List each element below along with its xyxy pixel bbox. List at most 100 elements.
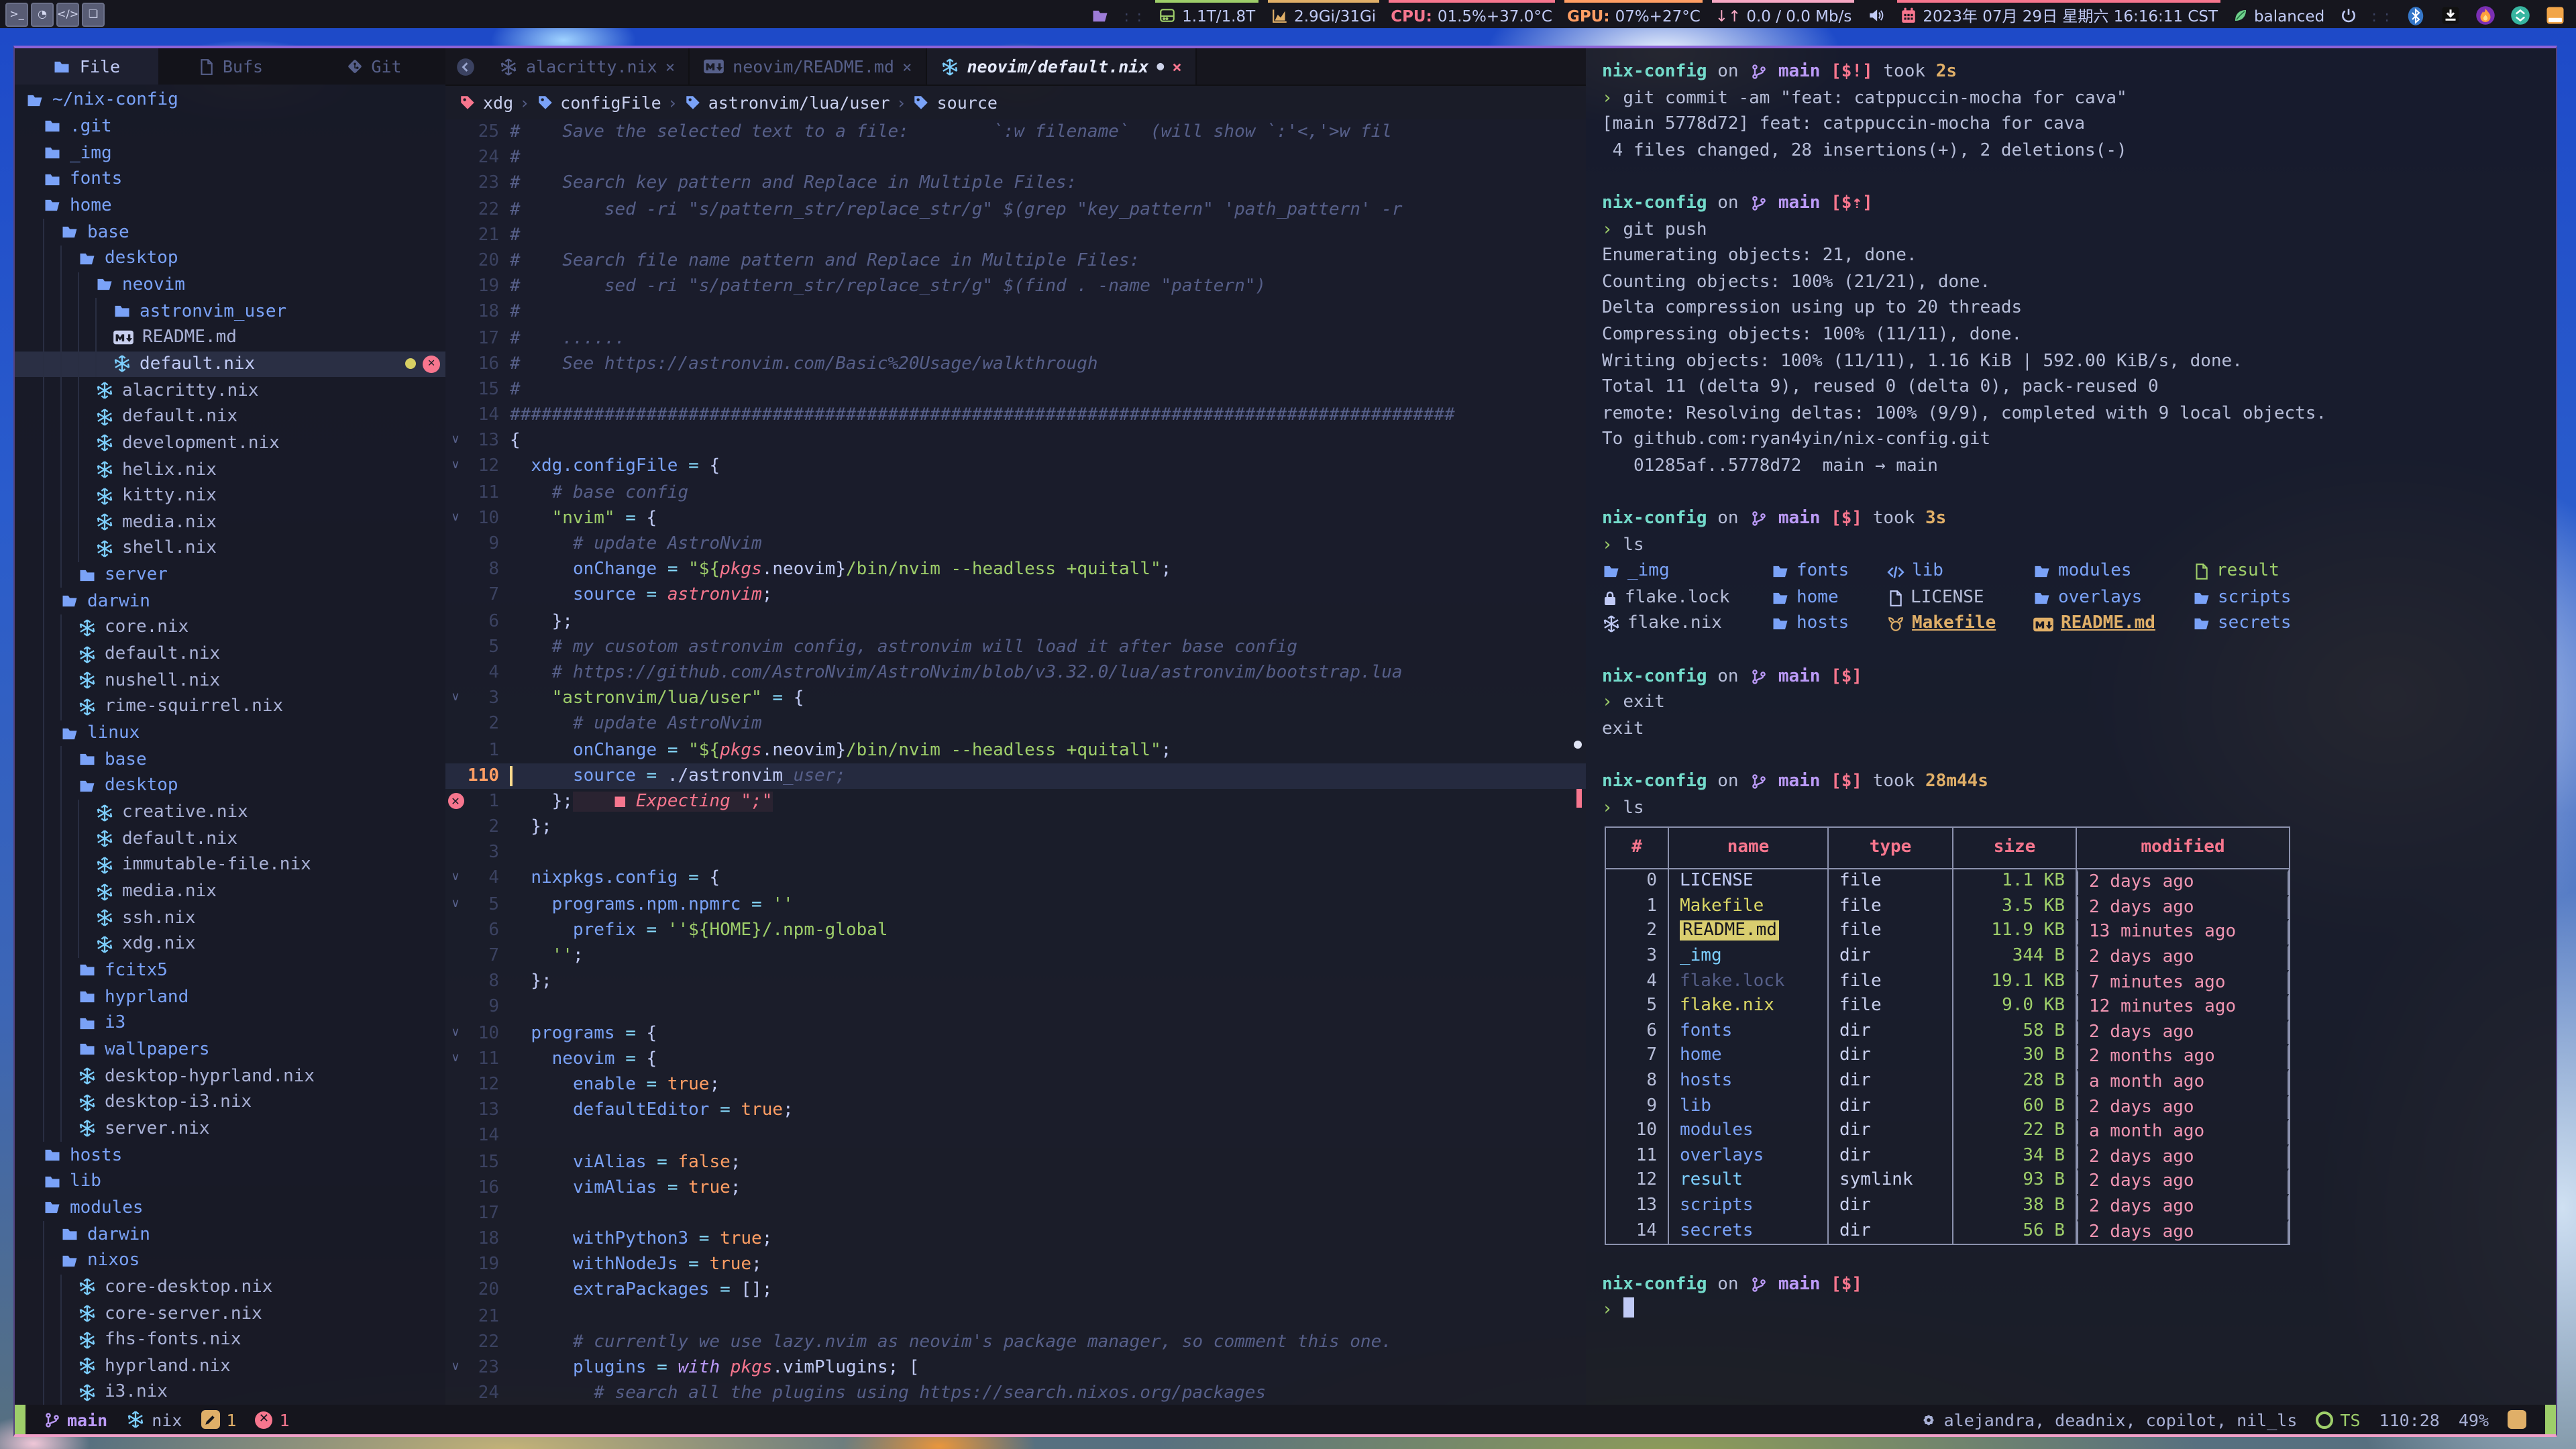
tree-item-default.nix[interactable]: default.nix✕ [15, 351, 445, 377]
tree-item-rime-squirrel.nix[interactable]: rime-squirrel.nix [15, 694, 445, 720]
gutter: 22 [445, 197, 510, 222]
tray-bluetooth[interactable] [2403, 0, 2428, 28]
tree-item-media.nix[interactable]: media.nix [15, 509, 445, 535]
nix-icon [499, 57, 518, 76]
tree-item-neovim[interactable]: neovim [15, 272, 445, 298]
gutter: 15 [445, 1149, 510, 1175]
tree-item-desktop[interactable]: desktop [15, 246, 445, 272]
tree-item-server[interactable]: server [15, 562, 445, 588]
breadcrumb-label: configFile [560, 93, 661, 113]
tree-item-hyprland[interactable]: hyprland [15, 984, 445, 1010]
git-branch-segment: main [44, 1409, 107, 1430]
tree-item-linux[interactable]: linux [15, 720, 445, 747]
tree-item-xdg.nix[interactable]: xdg.nix [15, 931, 445, 957]
buffer-tab-neovim/default.nix[interactable]: neovim/default.nix●× [926, 48, 1196, 85]
tree-item-default.nix[interactable]: default.nix [15, 404, 445, 430]
explorer-tab-bufs[interactable]: Bufs [158, 48, 302, 85]
terminal-pane[interactable]: nix-config on main [$!] took 2s› git com… [1586, 48, 2556, 1405]
close-file-button[interactable]: ✕ [423, 356, 440, 373]
tree-item-development.nix[interactable]: development.nix [15, 430, 445, 456]
indent-guides [15, 1300, 78, 1326]
ls-entry-lib: lib [1886, 559, 1943, 585]
indent-guides [15, 404, 95, 430]
breadcrumb-item-astronvim/lua/user[interactable]: astronvim/lua/user [684, 93, 890, 113]
buffer-tab-alacritty.nix[interactable]: alacritty.nix× [486, 48, 690, 85]
tree-item-nushell.nix[interactable]: nushell.nix [15, 667, 445, 694]
code-line: ∨12 xdg.configFile = { [445, 454, 1586, 480]
breadcrumb-item-configFile[interactable]: configFile [536, 93, 661, 113]
launcher-display-button[interactable]: ❏ [82, 2, 105, 26]
tree-item-immutable-file.nix[interactable]: immutable-file.nix [15, 852, 445, 878]
buffer-tab-neovim/README.md[interactable]: neovim/README.md× [690, 48, 926, 85]
ls-entry-README.md: README.md [2033, 611, 2155, 637]
tree-item-desktop[interactable]: desktop [15, 773, 445, 799]
tree-item-core-desktop.nix[interactable]: core-desktop.nix [15, 1274, 445, 1300]
tree-item-desktop-hyprland.nix[interactable]: desktop-hyprland.nix [15, 1063, 445, 1089]
tree-item-core-server.nix[interactable]: core-server.nix [15, 1300, 445, 1326]
tree-item-fhs-fonts.nix[interactable]: fhs-fonts.nix [15, 1327, 445, 1353]
tree-item-creative.nix[interactable]: creative.nix [15, 799, 445, 825]
gutter: 17 [445, 325, 510, 351]
scrollbar-mark-dot [1574, 741, 1582, 749]
tree-item-kitty.nix[interactable]: kitty.nix [15, 483, 445, 509]
close-buffer-button[interactable]: × [665, 57, 675, 76]
code-text: extraPackages = []; [510, 1278, 772, 1303]
tree-item-.git[interactable]: .git [15, 113, 445, 140]
tree-item-~/nix-config[interactable]: ~/nix-config [15, 87, 445, 113]
tree-item-alacritty.nix[interactable]: alacritty.nix [15, 377, 445, 403]
tree-item-darwin[interactable]: darwin [15, 1221, 445, 1247]
tray-sync[interactable] [2508, 0, 2533, 28]
tree-item-_img[interactable]: _img [15, 140, 445, 166]
tree-item-darwin[interactable]: darwin [15, 588, 445, 614]
launcher-code-button[interactable]: </> [56, 2, 79, 26]
tree-item-helix.nix[interactable]: helix.nix [15, 456, 445, 482]
tree-item-hosts[interactable]: hosts [15, 1142, 445, 1169]
chart-icon [1270, 7, 1289, 24]
indent-guides [15, 641, 78, 667]
tree-item-i3[interactable]: i3 [15, 1010, 445, 1036]
code-line: 8 }; [445, 969, 1586, 994]
tree-item-home[interactable]: home [15, 193, 445, 219]
launcher-browser-button[interactable]: ◔ [31, 2, 54, 26]
tray-download[interactable] [2438, 0, 2463, 28]
tree-item-wallpapers[interactable]: wallpapers [15, 1036, 445, 1063]
tree-item-modules[interactable]: modules [15, 1195, 445, 1221]
tree-item-server.nix[interactable]: server.nix [15, 1116, 445, 1142]
breadcrumb-item-source[interactable]: source [913, 93, 998, 113]
code-area[interactable]: 25# Save the selected text to a file: `:… [445, 119, 1586, 1405]
volume-module[interactable] [1864, 0, 1888, 28]
power-button[interactable] [2337, 0, 2359, 28]
tree-item-base[interactable]: base [15, 219, 445, 246]
tree-item-README.md[interactable]: README.md [15, 325, 445, 351]
ls-entry-result: result [2192, 559, 2279, 585]
tree-item-core.nix[interactable]: core.nix [15, 614, 445, 641]
tray-input-method[interactable] [2542, 0, 2568, 28]
tree-item-lib[interactable]: lib [15, 1169, 445, 1195]
close-buffer-button[interactable]: × [902, 57, 912, 76]
tray-flameshot[interactable] [2473, 0, 2498, 28]
explorer-tab-file[interactable]: File [15, 48, 158, 85]
tree-item-shell.nix[interactable]: shell.nix [15, 535, 445, 561]
close-buffer-button[interactable]: × [1172, 57, 1181, 76]
tabbar-scroll-left-button[interactable] [445, 57, 486, 76]
tree-item-i3.nix[interactable]: i3.nix [15, 1379, 445, 1405]
scroll-percent: 49% [2459, 1409, 2489, 1430]
tree-item-label: fcitx5 [105, 961, 168, 981]
code-text: prefix = ''${HOME}/.npm-global [510, 918, 888, 943]
tree-item-fcitx5[interactable]: fcitx5 [15, 957, 445, 983]
tree-item-ssh.nix[interactable]: ssh.nix [15, 905, 445, 931]
gutter: ∨12 [445, 454, 510, 480]
breadcrumb-item-xdg[interactable]: xdg [459, 93, 513, 113]
tree-item-fonts[interactable]: fonts [15, 166, 445, 193]
tree-item-media.nix[interactable]: media.nix [15, 878, 445, 904]
tree-item-default.nix[interactable]: default.nix [15, 641, 445, 667]
explorer-tab-git[interactable]: Git [302, 48, 445, 85]
tree-item-nixos[interactable]: nixos [15, 1248, 445, 1274]
tree-item-hyprland.nix[interactable]: hyprland.nix [15, 1353, 445, 1379]
breadcrumb-separator: › [669, 93, 676, 113]
tree-item-astronvim_user[interactable]: astronvim_user [15, 299, 445, 325]
launcher-terminal-button[interactable]: >_ [5, 2, 28, 26]
tree-item-desktop-i3.nix[interactable]: desktop-i3.nix [15, 1089, 445, 1116]
tree-item-base[interactable]: base [15, 747, 445, 773]
tree-item-default.nix[interactable]: default.nix [15, 826, 445, 852]
